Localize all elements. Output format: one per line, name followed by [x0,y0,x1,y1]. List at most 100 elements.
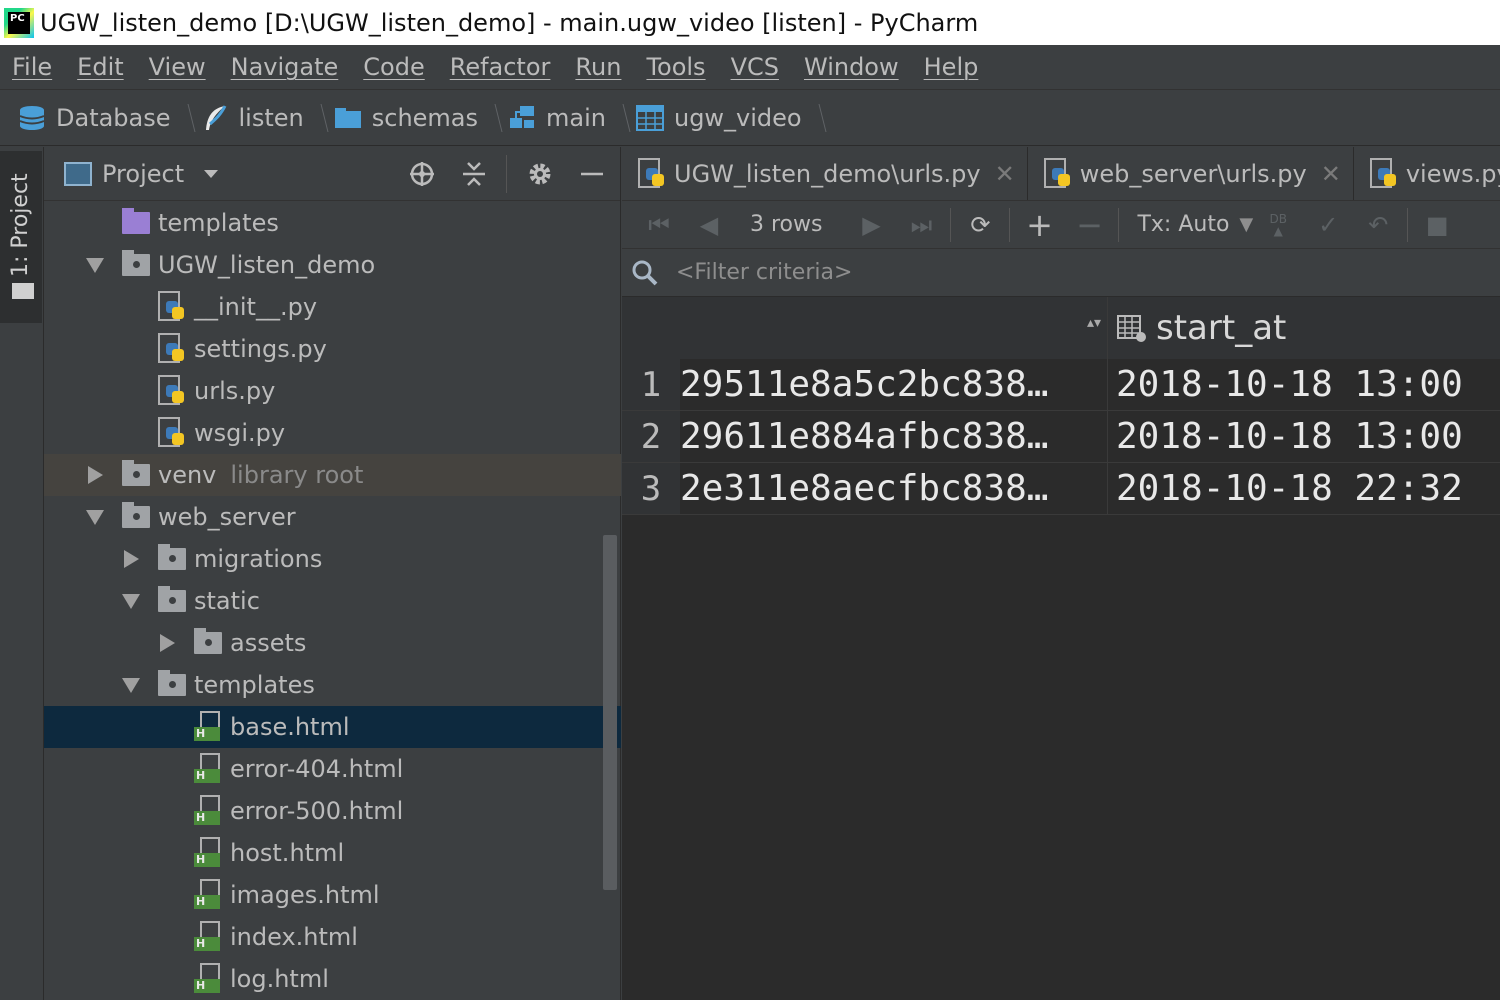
cell-start-at[interactable]: 2018-10-18 13:00 [1108,359,1500,410]
breadcrumb-schemas[interactable]: schemas [334,98,508,138]
project-panel-header: Project [44,147,620,201]
chevron-down-icon[interactable] [86,257,104,273]
locate-icon[interactable] [408,160,436,188]
tab-views-py[interactable]: views.py ✕ [1354,147,1500,200]
breadcrumb-ugw-video[interactable]: ugw_video [635,98,832,138]
data-toolbar: ⏮ ◀ 3 rows ▶ ⏭ ⟳ + − Tx: Auto ▼ DB ▲ ✓ ↶ … [622,201,1500,249]
add-row-icon[interactable]: + [1014,201,1064,249]
chevron-down-icon[interactable] [204,169,219,178]
tree-item-urls-py[interactable]: urls.py [44,370,621,412]
tree-item-error-404-html[interactable]: H error-404.html [44,748,621,790]
commit-icon[interactable]: ✓ [1303,201,1353,249]
first-page-icon[interactable]: ⏮ [634,201,684,249]
transaction-mode-select[interactable]: Tx: Auto [1137,212,1229,237]
menu-vcs[interactable]: VCS [731,53,779,81]
rollback-icon[interactable]: ↶ [1353,201,1403,249]
chevron-down-icon[interactable] [86,509,104,525]
cell-start-at[interactable]: 2018-10-18 13:00 [1108,411,1500,462]
data-grid: ▴▾ start_at 1 29511e8a5c2bc838… 2018-10-… [622,297,1500,515]
close-icon[interactable]: ✕ [995,160,1015,188]
refresh-icon[interactable]: ⟳ [955,201,1005,249]
tree-item-venv[interactable]: venv library root [44,454,621,496]
breadcrumb-main[interactable]: main [508,98,636,138]
title-bar: PC UGW_listen_demo [D:\UGW_listen_demo] … [0,0,1500,45]
menu-run[interactable]: Run [575,53,621,81]
python-file-icon [158,291,186,323]
folder-icon [122,208,150,234]
filter-criteria-input[interactable]: <Filter criteria> [676,260,852,285]
tree-item-index-html[interactable]: H index.html [44,916,621,958]
tree-item-migrations[interactable]: migrations [44,538,621,580]
tree-item-log-html[interactable]: H log.html [44,958,621,1000]
menu-help[interactable]: Help [924,53,979,81]
tree-item-web-server[interactable]: web_server [44,496,621,538]
project-tool-tab-label: 1: Project [8,173,33,277]
tree-item-ugw-listen-demo[interactable]: UGW_listen_demo [44,244,621,286]
menu-code[interactable]: Code [363,53,424,81]
minimize-icon[interactable] [578,160,606,188]
tree-item-base-html[interactable]: H base.html [44,706,621,748]
table-row[interactable]: 3 2e311e8aecfbc838… 2018-10-18 22:32 [622,463,1500,515]
cell-id[interactable]: 2e311e8aecfbc838… [680,463,1108,514]
next-page-icon[interactable]: ▶ [846,201,896,249]
tab-web-server-urls[interactable]: web_server\urls.py ✕ [1028,147,1354,200]
project-view-title[interactable]: Project [102,160,184,188]
collapse-all-icon[interactable] [460,160,488,188]
submit-db-icon[interactable]: DB ▲ [1253,201,1303,249]
schema-icon [510,106,535,128]
tree-item-templates[interactable]: templates [44,664,621,706]
breadcrumb-label: ugw_video [673,104,802,132]
tree-item-init-py[interactable]: __init__.py [44,286,621,328]
column-header-start-at[interactable]: start_at [1108,297,1500,359]
sort-icon[interactable]: ▴▾ [1087,315,1101,331]
breadcrumb: Database listen schemas main ugw_video [0,91,1500,146]
folder-icon [12,283,34,299]
table-row[interactable]: 2 29611e884afbc838… 2018-10-18 13:00 [622,411,1500,463]
chevron-down-icon[interactable] [122,593,140,609]
stop-icon[interactable]: ■ [1412,201,1462,249]
tree-item-host-html[interactable]: H host.html [44,832,621,874]
project-scrollbar[interactable] [603,535,617,890]
chevron-down-icon[interactable] [122,677,140,693]
cell-start-at[interactable]: 2018-10-18 22:32 [1108,463,1500,514]
delete-row-icon[interactable]: − [1064,201,1114,249]
menu-navigate[interactable]: Navigate [231,53,339,81]
close-icon[interactable]: ✕ [1321,160,1341,188]
cell-id[interactable]: 29611e884afbc838… [680,411,1108,462]
pycharm-logo-icon: PC [4,7,34,38]
breadcrumb-database[interactable]: Database [18,98,201,138]
python-file-icon [1369,157,1398,190]
last-page-icon[interactable]: ⏭ [896,201,946,249]
chevron-down-icon[interactable]: ▼ [1239,214,1253,235]
folder-icon [158,586,186,612]
tab-ugw-listen-demo-urls[interactable]: UGW_listen_demo\urls.py ✕ [622,147,1028,200]
tree-item-error-500-html[interactable]: H error-500.html [44,790,621,832]
html-file-icon: H [194,795,222,827]
tree-item-wsgi-py[interactable]: wsgi.py [44,412,621,454]
chevron-right-icon[interactable] [124,550,139,568]
menu-tools[interactable]: Tools [646,53,705,81]
table-row[interactable]: 1 29511e8a5c2bc838… 2018-10-18 13:00 [622,359,1500,411]
chevron-right-icon[interactable] [160,634,175,652]
menu-edit[interactable]: Edit [77,53,123,81]
tree-item-settings-py[interactable]: settings.py [44,328,621,370]
previous-page-icon[interactable]: ◀ [684,201,734,249]
menu-file[interactable]: File [12,53,52,81]
column-icon [1117,315,1146,342]
tree-item-templates-root[interactable]: templates [44,202,621,244]
menu-view[interactable]: View [149,53,206,81]
tree-item-static[interactable]: static [44,580,621,622]
gear-icon[interactable] [526,160,554,188]
row-number-header [622,297,680,359]
column-header-id[interactable]: ▴▾ [680,297,1108,359]
menu-window[interactable]: Window [804,53,899,81]
search-icon [632,260,658,285]
breadcrumb-listen[interactable]: listen [201,98,334,138]
chevron-right-icon[interactable] [88,466,103,484]
tool-window-stripe: 1: Project [0,147,44,1000]
tree-item-assets[interactable]: assets [44,622,621,664]
cell-id[interactable]: 29511e8a5c2bc838… [680,359,1108,410]
project-tool-tab[interactable]: 1: Project [0,151,42,323]
tree-item-images-html[interactable]: H images.html [44,874,621,916]
menu-refactor[interactable]: Refactor [450,53,551,81]
